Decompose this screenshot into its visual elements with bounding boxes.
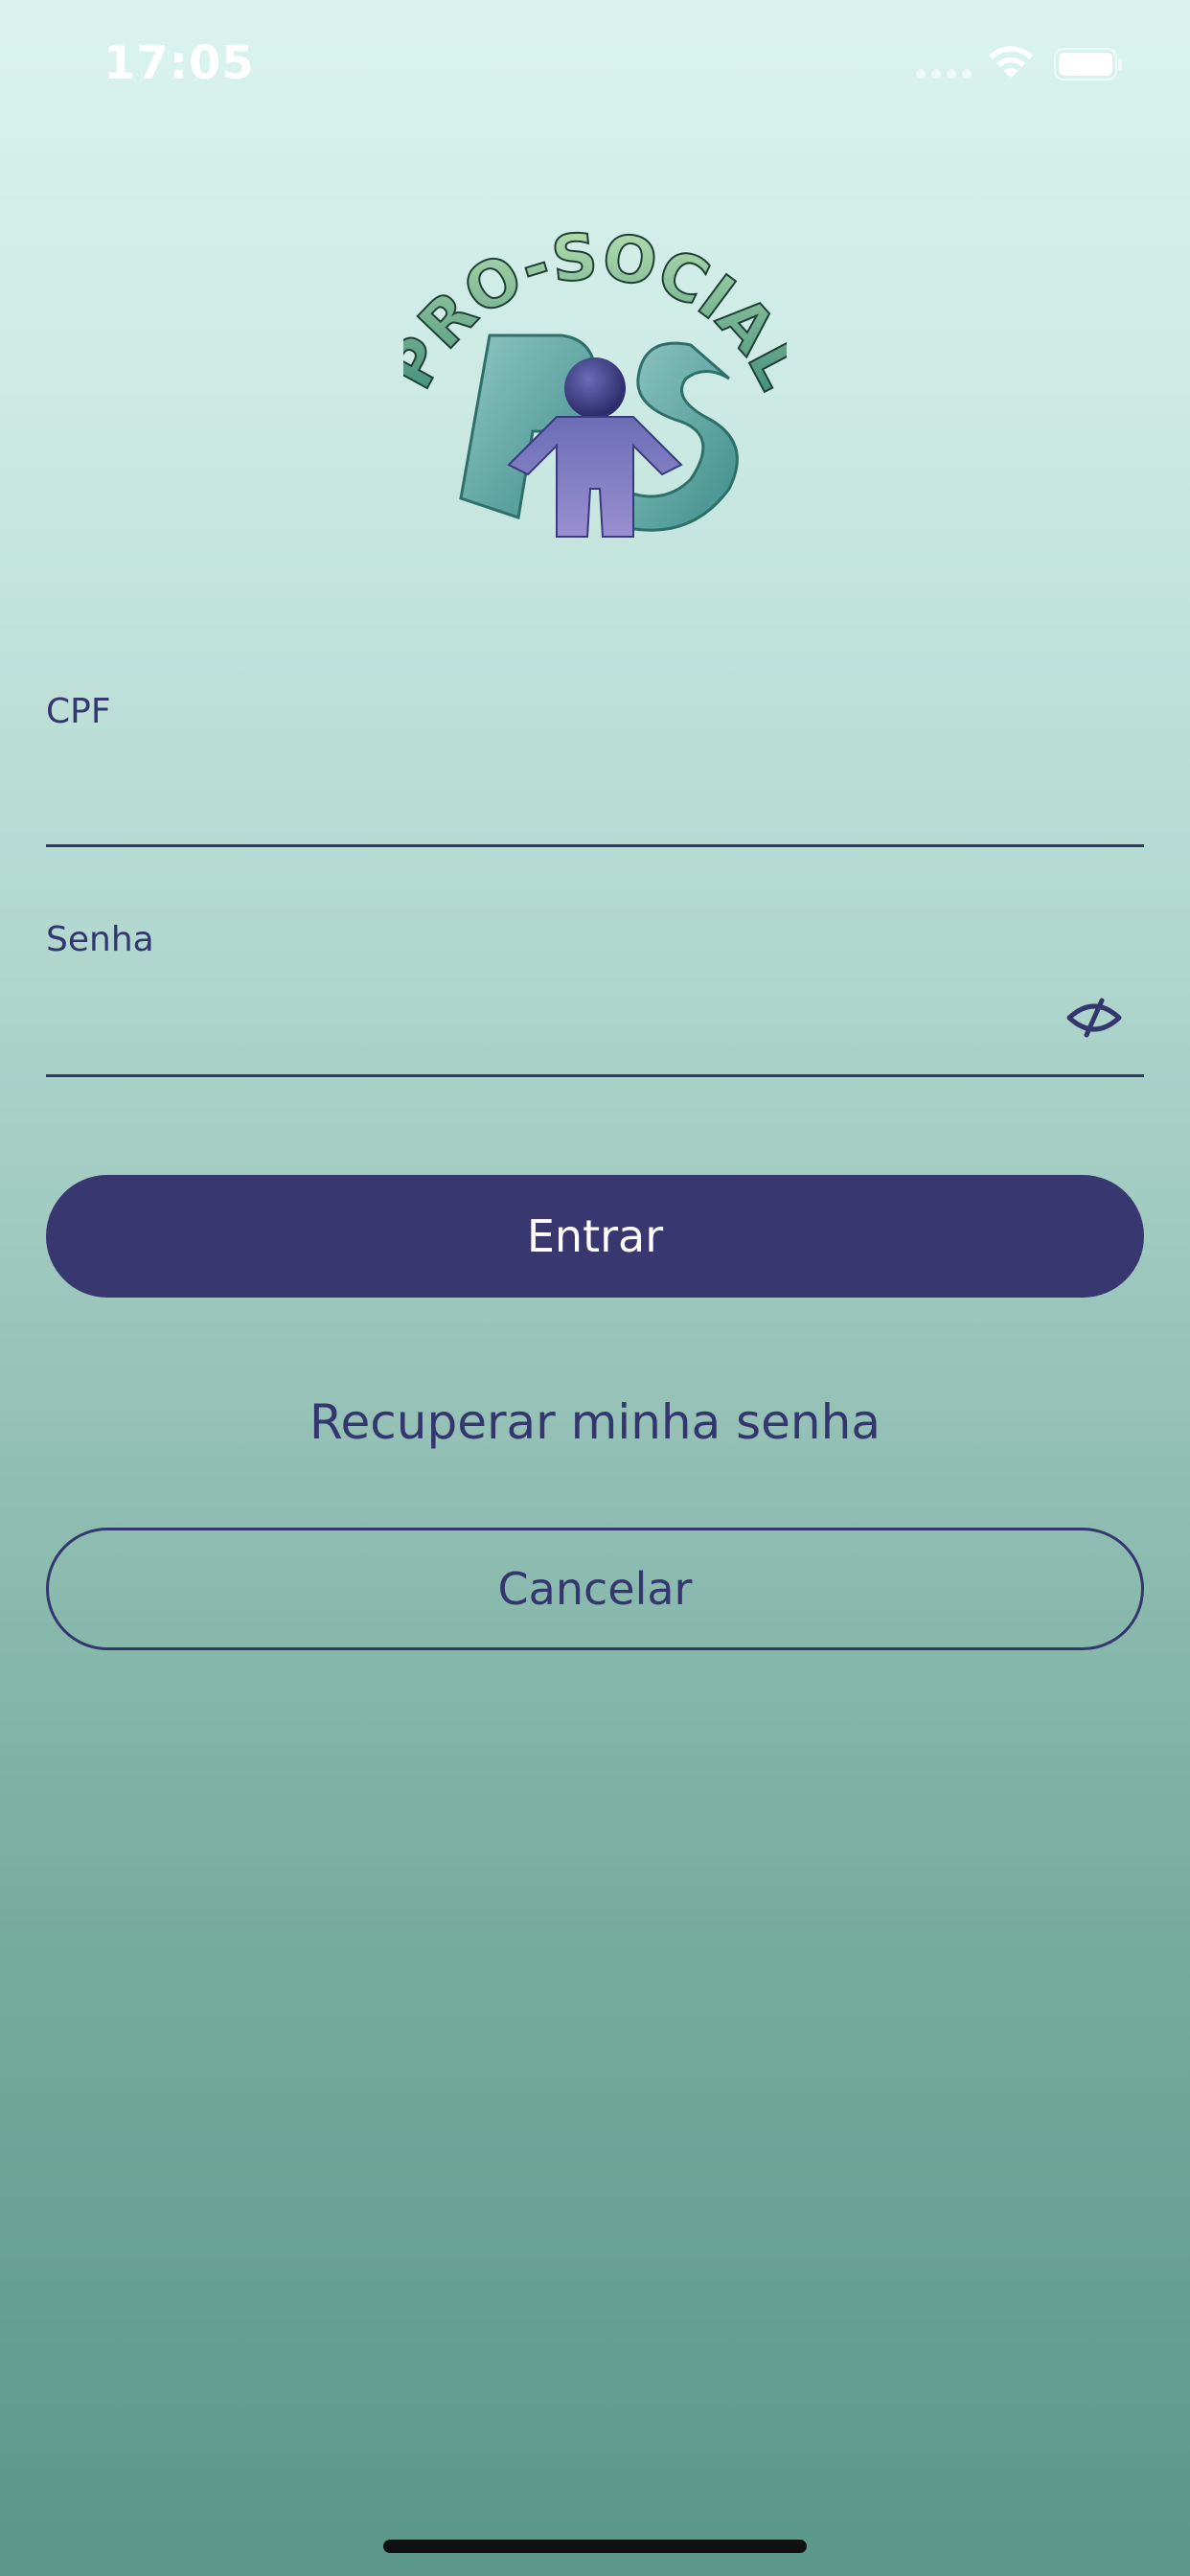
cellular-signal-icon xyxy=(916,69,972,79)
cancel-button[interactable]: Cancelar xyxy=(46,1528,1144,1650)
senha-input[interactable] xyxy=(46,1010,1144,1077)
recover-password-link[interactable]: Recuperar minha senha xyxy=(0,1394,1190,1450)
cpf-label: CPF xyxy=(46,692,111,731)
cpf-input[interactable] xyxy=(46,780,1144,847)
battery-icon xyxy=(1054,48,1122,80)
pro-social-logo: PRO-SOCIAL xyxy=(403,218,787,538)
status-time: 17:05 xyxy=(103,36,255,90)
login-button[interactable]: Entrar xyxy=(46,1175,1144,1298)
eye-slash-icon[interactable] xyxy=(1064,987,1125,1048)
senha-label: Senha xyxy=(46,920,154,959)
home-indicator xyxy=(383,2540,807,2553)
status-bar: 17:05 xyxy=(0,0,1190,134)
wifi-icon xyxy=(989,46,1033,79)
